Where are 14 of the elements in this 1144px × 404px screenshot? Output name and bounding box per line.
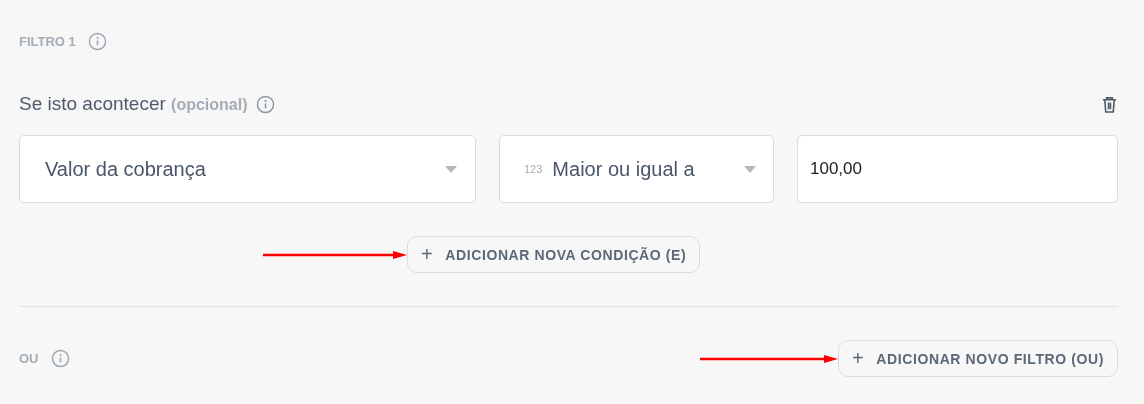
add-condition-button[interactable]: + ADICIONAR NOVA CONDIÇÃO (E) — [407, 236, 701, 273]
info-icon[interactable] — [255, 94, 275, 114]
select-field[interactable]: Valor da cobrança — [19, 135, 476, 203]
info-icon[interactable] — [87, 32, 107, 51]
condition-label: Se isto acontecer (opcional) — [19, 93, 248, 115]
value-field[interactable]: 100,00 — [797, 135, 1118, 203]
filter-title: FILTRO 1 — [19, 34, 76, 49]
caret-icon — [744, 165, 756, 173]
select-field[interactable]: 123 Maior ou igual a — [499, 135, 774, 203]
or-label: OU — [19, 351, 39, 366]
caret-icon — [445, 165, 457, 173]
trash-icon[interactable] — [1101, 94, 1118, 114]
add-filter-button[interactable]: + ADICIONAR NOVO FILTRO (OU) — [838, 340, 1118, 377]
info-icon[interactable] — [50, 349, 70, 368]
